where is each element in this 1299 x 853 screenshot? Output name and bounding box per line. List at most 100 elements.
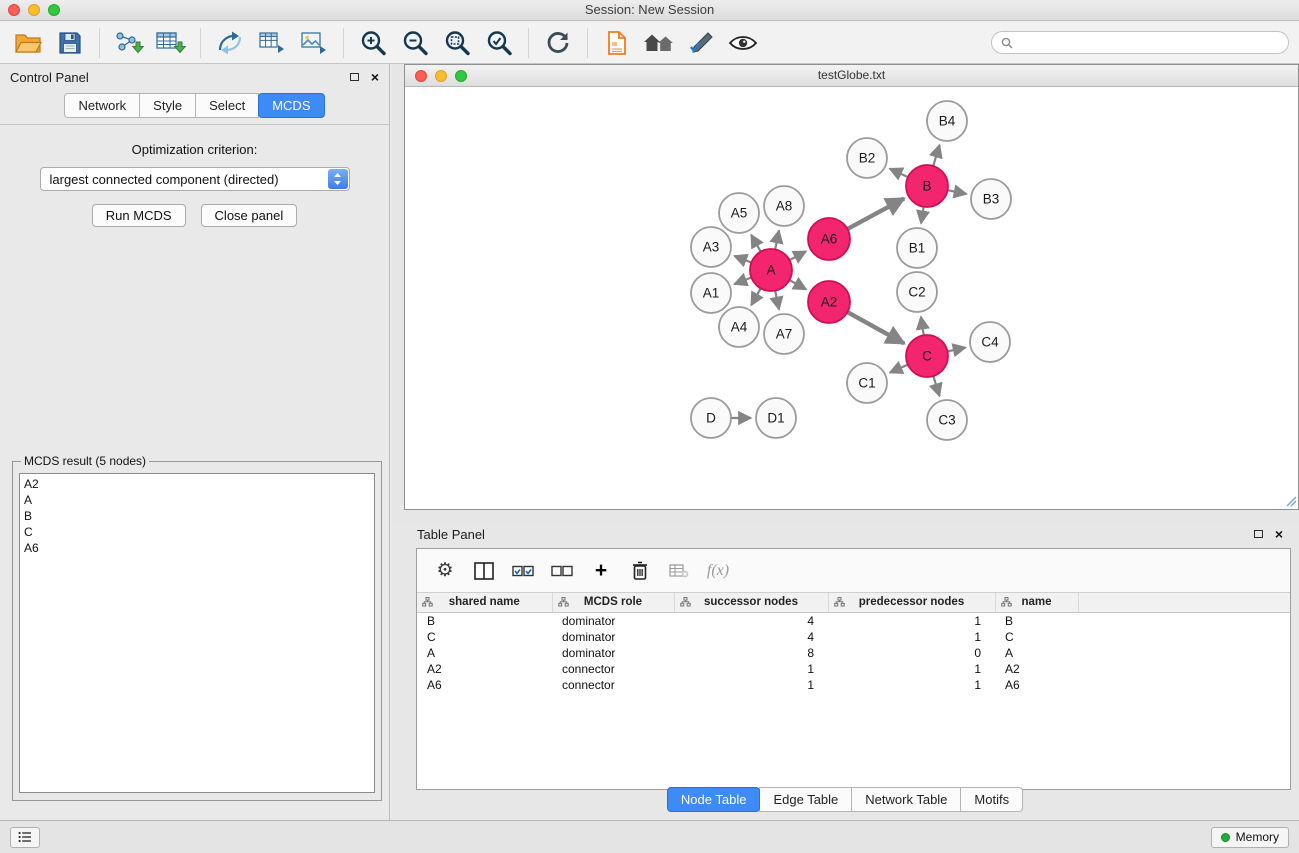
tab-motifs[interactable]: Motifs — [960, 787, 1023, 812]
export-table-button[interactable] — [252, 26, 292, 60]
close-table-panel-icon[interactable]: × — [1275, 527, 1283, 541]
graph-node-C4[interactable]: C4 — [970, 322, 1010, 362]
network-close-button[interactable] — [415, 70, 427, 82]
edge-A2-C[interactable] — [847, 312, 904, 343]
cell-shared-name[interactable]: B — [417, 612, 552, 629]
cell-name[interactable]: A — [995, 645, 1078, 661]
edge-A6-B[interactable] — [848, 198, 905, 229]
edge-C-C1[interactable] — [890, 365, 908, 373]
cell-shared-name[interactable]: A6 — [417, 677, 552, 693]
graph-node-C1[interactable]: C1 — [847, 363, 887, 403]
cell-successor-nodes[interactable]: 1 — [674, 661, 828, 677]
table-row[interactable]: Adominator80A — [417, 645, 1290, 661]
optimization-criterion-select[interactable]: largest connected component (directed) — [40, 167, 350, 191]
network-graph[interactable]: AA1A2A3A4A5A6A7A8BB1B2B3B4CC1C2C3C4DD1 — [405, 87, 1298, 508]
cell-MCDS-role[interactable]: dominator — [552, 629, 674, 645]
zoom-in-button[interactable] — [353, 26, 393, 60]
graph-node-A3[interactable]: A3 — [691, 227, 731, 267]
mcds-result-item[interactable]: A — [24, 492, 370, 508]
close-panel-icon[interactable]: × — [371, 70, 379, 84]
graph-node-B1[interactable]: B1 — [897, 228, 937, 268]
cell-successor-nodes[interactable]: 1 — [674, 677, 828, 693]
column-header-name[interactable]: name — [995, 593, 1078, 612]
cell-predecessor-nodes[interactable]: 0 — [828, 645, 995, 661]
tab-mcds[interactable]: MCDS — [258, 93, 324, 118]
edge-C-C2[interactable] — [921, 317, 924, 336]
tab-edge-table[interactable]: Edge Table — [759, 787, 852, 812]
close-window-button[interactable] — [8, 4, 20, 16]
resize-grip-icon[interactable] — [1285, 495, 1297, 507]
cell-MCDS-role[interactable]: connector — [552, 661, 674, 677]
apply-style-button[interactable] — [681, 26, 721, 60]
cell-MCDS-role[interactable]: dominator — [552, 645, 674, 661]
cell-successor-nodes[interactable]: 4 — [674, 629, 828, 645]
cell-MCDS-role[interactable]: connector — [552, 677, 674, 693]
edge-B-B2[interactable] — [890, 169, 908, 178]
graph-node-A4[interactable]: A4 — [719, 307, 759, 347]
minimize-window-button[interactable] — [28, 4, 40, 16]
paste-document-button[interactable] — [597, 26, 637, 60]
delete-column-button[interactable] — [622, 554, 658, 588]
home-views-button[interactable] — [639, 26, 679, 60]
add-column-button[interactable]: + — [583, 554, 619, 588]
run-mcds-button[interactable]: Run MCDS — [92, 204, 186, 227]
edge-A-A5[interactable] — [751, 235, 761, 252]
table-row[interactable]: Cdominator41C — [417, 629, 1290, 645]
cell-name[interactable]: A2 — [995, 661, 1078, 677]
import-network-button[interactable] — [109, 26, 149, 60]
zoom-out-button[interactable] — [395, 26, 435, 60]
graph-node-C[interactable]: C — [906, 335, 948, 377]
graph-node-B4[interactable]: B4 — [927, 101, 967, 141]
column-header-shared-name[interactable]: shared name — [417, 593, 552, 612]
tab-style[interactable]: Style — [139, 93, 196, 118]
graph-node-A5[interactable]: A5 — [719, 193, 759, 233]
edge-A-A8[interactable] — [775, 231, 779, 250]
edge-A-A4[interactable] — [751, 288, 761, 305]
show-hide-button[interactable] — [723, 26, 763, 60]
table-row[interactable]: A6connector11A6 — [417, 677, 1290, 693]
cell-predecessor-nodes[interactable]: 1 — [828, 612, 995, 629]
network-zoom-button[interactable] — [455, 70, 467, 82]
close-panel-button[interactable]: Close panel — [201, 204, 298, 227]
edge-A-A1[interactable] — [734, 278, 751, 285]
tab-select[interactable]: Select — [195, 93, 259, 118]
edge-A-A2[interactable] — [789, 280, 806, 289]
edge-B-B1[interactable] — [921, 207, 924, 224]
zoom-window-button[interactable] — [48, 4, 60, 16]
edge-C-C3[interactable] — [933, 376, 939, 396]
apply-layout-button[interactable] — [538, 26, 578, 60]
cell-shared-name[interactable]: A — [417, 645, 552, 661]
network-canvas[interactable]: AA1A2A3A4A5A6A7A8BB1B2B3B4CC1C2C3C4DD1 — [405, 87, 1298, 508]
network-minimize-button[interactable] — [435, 70, 447, 82]
cell-name[interactable]: B — [995, 612, 1078, 629]
edge-A-A6[interactable] — [790, 251, 807, 260]
tab-network[interactable]: Network — [64, 93, 140, 118]
cell-shared-name[interactable]: C — [417, 629, 552, 645]
edge-A-A7[interactable] — [775, 291, 779, 310]
graph-node-C3[interactable]: C3 — [927, 400, 967, 440]
edge-B-B4[interactable] — [933, 145, 939, 166]
open-session-button[interactable] — [8, 26, 48, 60]
tab-node-table[interactable]: Node Table — [667, 787, 761, 812]
cell-name[interactable]: A6 — [995, 677, 1078, 693]
edge-A-A3[interactable] — [734, 256, 751, 263]
cell-name[interactable]: C — [995, 629, 1078, 645]
cell-predecessor-nodes[interactable]: 1 — [828, 629, 995, 645]
graph-node-A8[interactable]: A8 — [764, 186, 804, 226]
tab-network-table[interactable]: Network Table — [851, 787, 961, 812]
delete-table-button[interactable] — [661, 554, 697, 588]
cell-predecessor-nodes[interactable]: 1 — [828, 677, 995, 693]
memory-button[interactable]: Memory — [1211, 827, 1289, 848]
column-header-MCDS-role[interactable]: MCDS role — [552, 593, 674, 612]
edge-B-B3[interactable] — [948, 190, 967, 194]
zoom-fit-button[interactable] — [437, 26, 477, 60]
mcds-result-item[interactable]: A6 — [24, 540, 370, 556]
mcds-result-item[interactable]: C — [24, 524, 370, 540]
table-row[interactable]: Bdominator41B — [417, 612, 1290, 629]
import-table-button[interactable] — [151, 26, 191, 60]
table-row[interactable]: A2connector11A2 — [417, 661, 1290, 677]
search-box[interactable] — [991, 31, 1289, 54]
panel-selector-button[interactable] — [10, 827, 40, 848]
mcds-result-list[interactable]: A2ABCA6 — [19, 473, 375, 793]
mcds-result-item[interactable]: A2 — [24, 476, 370, 492]
